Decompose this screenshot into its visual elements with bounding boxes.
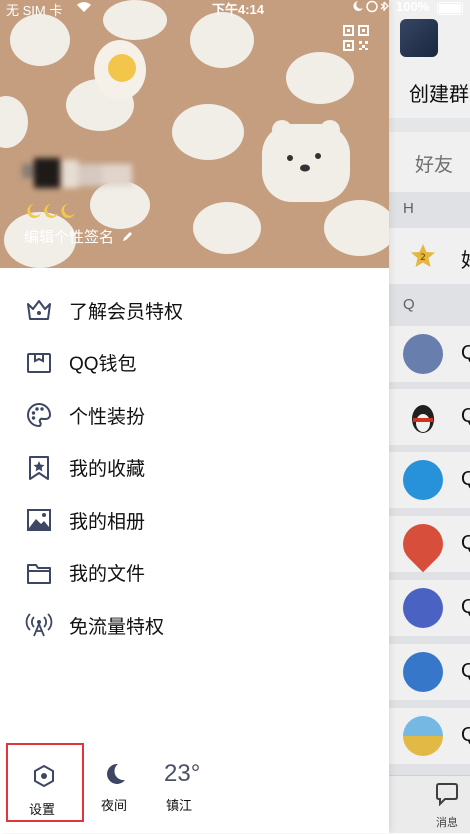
menu-item-label: QQ钱包 [69, 354, 137, 376]
folder-icon [25, 559, 53, 587]
wifi-icon [76, 0, 92, 16]
menu-item-label: 了解会员特权 [69, 301, 184, 323]
wallet-icon [25, 349, 53, 377]
carrier-label: 无 SIM 卡 [6, 3, 63, 18]
crown-icon [25, 296, 53, 324]
qq-handshake-icon [394, 515, 452, 573]
message-icon[interactable] [434, 782, 460, 807]
qq-security-icon [403, 334, 443, 374]
settings-button[interactable]: 设置 [6, 743, 84, 822]
bookmark-star-icon [25, 454, 53, 482]
drawer-menu: 了解会员特权 QQ钱包 个性装扮 我的收藏 我的相册 我的文件 免流量特权 [0, 284, 389, 652]
contact-name-initial: Q [461, 405, 470, 427]
menu-item-label: 我的收藏 [69, 459, 146, 481]
moon-status-icon [353, 0, 393, 16]
signal-tower-icon [25, 611, 53, 639]
profile-cover[interactable]: 编辑个性签名 [0, 0, 389, 268]
contact-row[interactable]: Q [389, 644, 470, 700]
menu-item-album[interactable]: 我的相册 [0, 494, 389, 547]
svg-text:2: 2 [420, 253, 426, 263]
magic-wand-icon [403, 588, 443, 628]
friends-tab-label[interactable]: 好友 [415, 150, 453, 177]
side-drawer: 编辑个性签名 了解会员特权 QQ钱包 个性装扮 我的收藏 我的相册 我的文件 免… [0, 0, 389, 833]
qr-code-icon[interactable] [342, 24, 370, 52]
contacts-page-background: 创建群 好友 H 2 好 Q Q Q Q Q Q Q Q [389, 0, 470, 834]
weather-city[interactable]: 镇江 [166, 795, 192, 814]
menu-item-label: 我的相册 [69, 511, 146, 533]
battery-icon [437, 2, 463, 15]
menu-item-label: 免流量特权 [69, 616, 165, 638]
status-bar: 无 SIM 卡 下午4:14 100% [0, 0, 470, 18]
contact-name-initial: 好 [461, 244, 470, 273]
menu-item-wallet[interactable]: QQ钱包 [0, 337, 389, 390]
clock-time: 下午4:14 [212, 2, 265, 17]
menu-item-vip[interactable]: 了解会员特权 [0, 284, 389, 337]
contact-row[interactable]: Q [389, 580, 470, 636]
qq-wallet-contact-icon [403, 460, 443, 500]
album-icon [25, 506, 53, 534]
profile-name-blurred[interactable] [22, 158, 142, 192]
signature-label: 编辑个性签名 [24, 229, 115, 246]
weather-icon [403, 716, 443, 756]
contact-row[interactable]: Q [389, 326, 470, 382]
contact-name-initial: Q [461, 468, 470, 490]
menu-item-free-data[interactable]: 免流量特权 [0, 599, 389, 652]
create-group-label[interactable]: 创建群 [409, 78, 469, 107]
contact-row[interactable]: Q [389, 452, 470, 508]
contact-row[interactable]: Q [389, 708, 470, 764]
section-header-h: H [403, 200, 414, 217]
menu-item-favorites[interactable]: 我的收藏 [0, 442, 389, 495]
qq-shield-icon [403, 652, 443, 692]
contact-name-initial: Q [461, 660, 470, 682]
contact-name-initial: Q [461, 532, 470, 554]
edit-signature-link[interactable]: 编辑个性签名 [24, 226, 134, 247]
divider-band [389, 118, 470, 132]
section-header-q: Q [403, 296, 415, 313]
menu-item-files[interactable]: 我的文件 [0, 547, 389, 600]
menu-item-label: 个性装扮 [69, 406, 146, 428]
level-moon-icon [26, 203, 78, 219]
qq-penguin-icon [403, 397, 443, 437]
hexagon-settings-icon [32, 764, 56, 788]
contact-name-initial: Q [461, 596, 470, 618]
settings-label: 设置 [29, 802, 56, 817]
drawer-footer: 设置 夜间 23° 镇江 [0, 740, 389, 833]
contact-row[interactable]: Q [389, 515, 470, 573]
messages-tab-label[interactable]: 消息 [436, 814, 458, 830]
menu-item-label: 我的文件 [69, 564, 146, 586]
contact-name-initial: Q [461, 724, 470, 746]
contacts-avatar[interactable] [400, 19, 438, 57]
night-mode-label[interactable]: 夜间 [101, 795, 127, 814]
menu-item-theme[interactable]: 个性装扮 [0, 389, 389, 442]
contact-row[interactable]: 2 好 [389, 228, 470, 284]
contact-name-initial: Q [461, 342, 470, 364]
star-badge-icon: 2 [409, 242, 437, 270]
palette-icon [25, 401, 53, 429]
moon-icon[interactable] [104, 762, 126, 786]
contact-row[interactable]: Q [389, 389, 470, 445]
weather-temperature[interactable]: 23° [164, 760, 200, 788]
pencil-icon [121, 230, 134, 247]
battery-percentage: 100% [396, 0, 430, 14]
